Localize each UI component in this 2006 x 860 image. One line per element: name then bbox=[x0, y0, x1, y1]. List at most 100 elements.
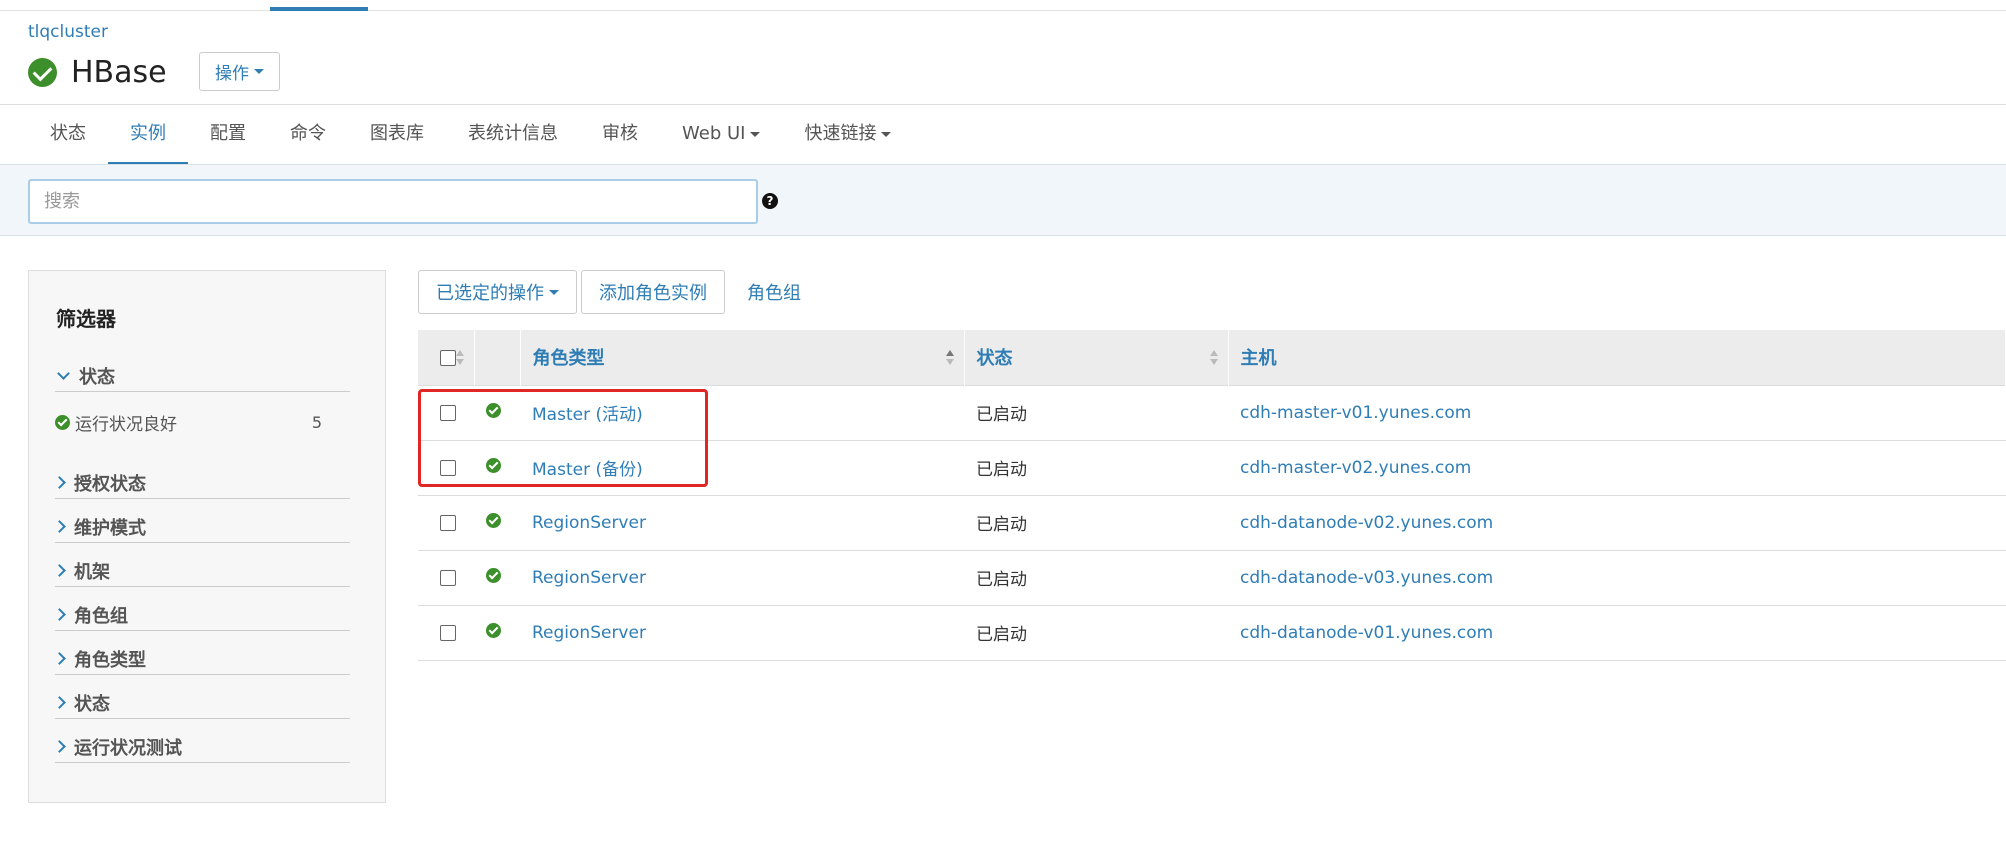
tab-label: Web UI bbox=[682, 123, 746, 144]
health-good-icon bbox=[486, 622, 501, 638]
tab-instances[interactable]: 实例 bbox=[108, 105, 188, 165]
tab-configuration[interactable]: 配置 bbox=[188, 105, 268, 165]
column-header-role-type[interactable]: 角色类型 bbox=[520, 330, 965, 385]
tab-label: 审核 bbox=[602, 123, 638, 144]
tab-web-ui[interactable]: Web UI bbox=[660, 105, 782, 165]
filter-group-label: 角色类型 bbox=[74, 649, 146, 671]
page-title: HBase bbox=[71, 54, 167, 90]
host-link[interactable]: cdh-master-v01.yunes.com bbox=[1240, 403, 1471, 423]
filter-title: 筛选器 bbox=[56, 307, 116, 331]
table-row: RegionServer 已启动 cdh-datanode-v01.yunes.… bbox=[418, 604, 2006, 661]
search-input[interactable] bbox=[28, 179, 758, 224]
filter-item-good-health[interactable]: 运行状况良好 5 bbox=[55, 408, 322, 436]
role-type-link[interactable]: RegionServer bbox=[532, 513, 646, 533]
row-health-cell bbox=[474, 494, 520, 550]
tab-label: 快速链接 bbox=[804, 123, 877, 144]
service-tabs: 状态 实例 配置 命令 图表库 表统计信息 审核 Web UI 快速链接 bbox=[28, 105, 913, 165]
question-circle-icon[interactable]: ? bbox=[762, 193, 778, 209]
selected-actions-button[interactable]: 已选定的操作 bbox=[418, 270, 577, 314]
role-type-cell: Master (备份) bbox=[520, 439, 964, 495]
filter-group-label: 角色组 bbox=[74, 605, 128, 627]
status-cell: 已启动 bbox=[964, 494, 1228, 550]
sort-icon[interactable] bbox=[1209, 350, 1218, 366]
host-link[interactable]: cdh-datanode-v02.yunes.com bbox=[1240, 513, 1493, 533]
chevron-right-icon bbox=[53, 564, 66, 577]
role-type-link[interactable]: RegionServer bbox=[532, 623, 646, 643]
filter-item-label: 运行状况良好 bbox=[75, 414, 177, 435]
sort-icon[interactable] bbox=[455, 350, 464, 366]
filter-group-authorization[interactable]: 授权状态 bbox=[53, 467, 350, 499]
filter-group-role-type[interactable]: 角色类型 bbox=[53, 643, 350, 675]
role-type-link[interactable]: Master (活动) bbox=[532, 405, 643, 425]
role-type-cell: RegionServer bbox=[520, 494, 964, 550]
row-select-cell bbox=[418, 439, 474, 495]
tab-label: 状态 bbox=[50, 123, 86, 144]
filter-group-label: 机架 bbox=[74, 561, 110, 583]
chevron-down-icon bbox=[57, 367, 70, 380]
health-column-header bbox=[474, 330, 521, 385]
caret-down-icon bbox=[750, 131, 761, 137]
chevron-right-icon bbox=[53, 740, 66, 753]
chevron-right-icon bbox=[53, 652, 66, 665]
filter-group-rack[interactable]: 机架 bbox=[53, 555, 350, 587]
status-cell: 已启动 bbox=[964, 604, 1228, 661]
role-type-cell: Master (活动) bbox=[520, 384, 964, 440]
tab-chart-library[interactable]: 图表库 bbox=[348, 105, 446, 165]
health-good-icon bbox=[486, 402, 501, 418]
tab-audits[interactable]: 审核 bbox=[580, 105, 660, 165]
host-cell: cdh-datanode-v03.yunes.com bbox=[1228, 549, 2006, 605]
filter-group-maintenance-mode[interactable]: 维护模式 bbox=[53, 511, 350, 543]
filter-group-state[interactable]: 状态 bbox=[53, 687, 350, 719]
actions-dropdown-label: 操作 bbox=[215, 64, 249, 84]
health-good-icon bbox=[28, 57, 57, 87]
select-all-checkbox[interactable] bbox=[440, 349, 456, 366]
filter-group-label: 状态 bbox=[74, 693, 110, 715]
select-all-header bbox=[418, 330, 475, 385]
column-header-label: 状态 bbox=[976, 348, 1013, 370]
role-groups-link[interactable]: 角色组 bbox=[729, 279, 819, 305]
host-link[interactable]: cdh-master-v02.yunes.com bbox=[1240, 458, 1471, 478]
row-checkbox[interactable] bbox=[440, 514, 456, 531]
row-checkbox[interactable] bbox=[440, 459, 456, 476]
chevron-right-icon bbox=[53, 608, 66, 621]
row-health-cell bbox=[474, 549, 520, 605]
host-link[interactable]: cdh-datanode-v03.yunes.com bbox=[1240, 568, 1493, 588]
column-header-host[interactable]: 主机 bbox=[1228, 330, 2006, 385]
row-select-cell bbox=[418, 604, 474, 661]
health-good-icon bbox=[486, 567, 501, 583]
add-role-instance-button[interactable]: 添加角色实例 bbox=[581, 270, 725, 314]
row-checkbox[interactable] bbox=[440, 624, 456, 641]
service-title-row: HBase bbox=[28, 52, 167, 92]
tab-commands[interactable]: 命令 bbox=[268, 105, 348, 165]
row-checkbox[interactable] bbox=[440, 404, 456, 421]
filter-group-health-tests[interactable]: 运行状况测试 bbox=[53, 731, 350, 763]
caret-down-icon bbox=[254, 69, 264, 74]
role-type-link[interactable]: RegionServer bbox=[532, 568, 646, 588]
host-link[interactable]: cdh-datanode-v01.yunes.com bbox=[1240, 623, 1493, 643]
row-health-cell bbox=[474, 384, 520, 440]
row-health-cell bbox=[474, 439, 520, 495]
cluster-link[interactable]: tlqcluster bbox=[28, 22, 108, 42]
tab-status[interactable]: 状态 bbox=[28, 105, 108, 165]
top-accent-bar bbox=[270, 7, 368, 11]
tab-label: 图表库 bbox=[370, 123, 424, 144]
chevron-right-icon bbox=[53, 696, 66, 709]
row-checkbox[interactable] bbox=[440, 569, 456, 586]
column-header-status[interactable]: 状态 bbox=[964, 330, 1229, 385]
sort-icon[interactable] bbox=[945, 350, 954, 366]
filter-group-role-group[interactable]: 角色组 bbox=[53, 599, 350, 631]
column-header-label: 角色类型 bbox=[532, 348, 605, 370]
status-cell: 已启动 bbox=[964, 439, 1228, 495]
host-cell: cdh-master-v01.yunes.com bbox=[1228, 384, 2006, 440]
tab-quick-links[interactable]: 快速链接 bbox=[782, 105, 913, 165]
row-health-cell bbox=[474, 604, 520, 661]
tab-table-statistics[interactable]: 表统计信息 bbox=[446, 105, 580, 165]
actions-dropdown-button[interactable]: 操作 bbox=[199, 52, 280, 91]
filter-item-count: 5 bbox=[311, 412, 322, 432]
selected-actions-label: 已选定的操作 bbox=[436, 283, 544, 304]
filter-group-status[interactable]: 状态 bbox=[55, 360, 350, 392]
tab-label: 命令 bbox=[290, 123, 326, 144]
role-type-link[interactable]: Master (备份) bbox=[532, 460, 643, 480]
status-cell: 已启动 bbox=[964, 549, 1228, 605]
row-select-cell bbox=[418, 549, 474, 605]
